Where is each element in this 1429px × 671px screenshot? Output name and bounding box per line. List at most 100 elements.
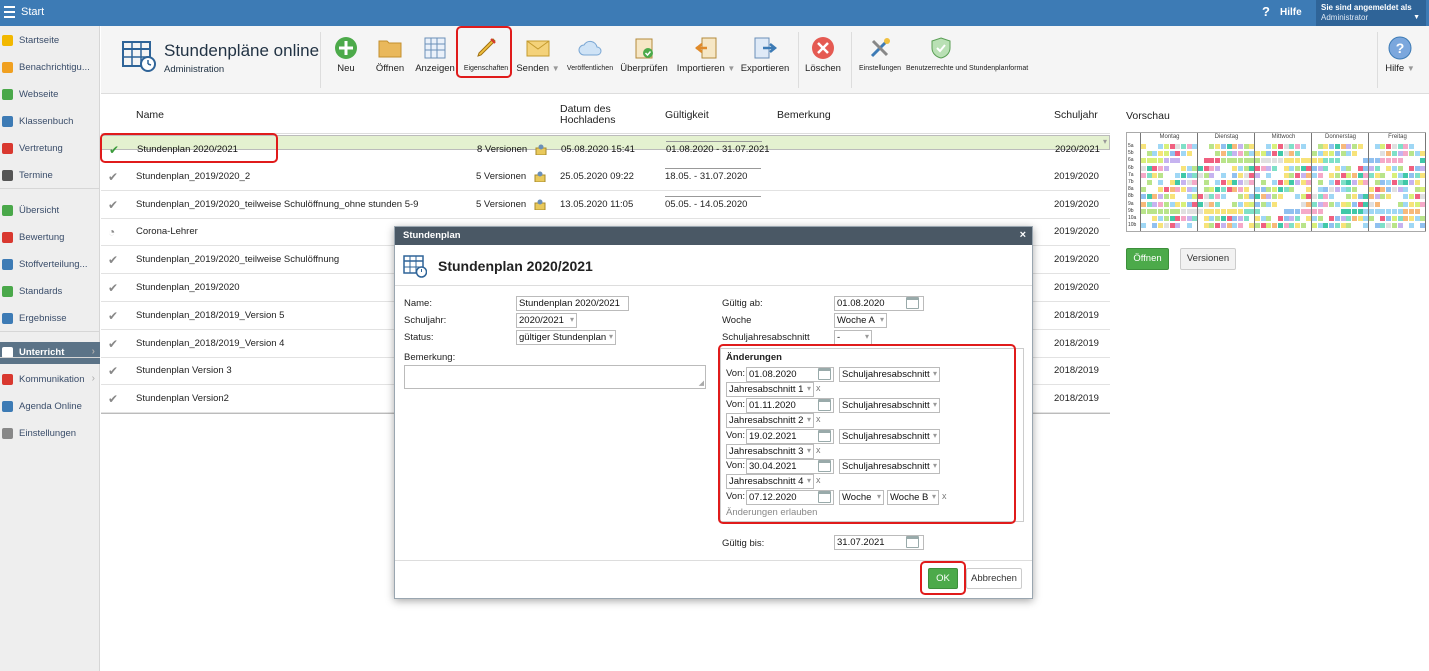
preview-lesson-cell (1312, 194, 1317, 200)
preview-lesson-cell (1272, 201, 1278, 207)
new-button[interactable]: Neu (329, 26, 363, 94)
export-label: Exportieren (740, 63, 790, 74)
preview-lesson-cell (1243, 158, 1249, 164)
sidebar-item-übersicht[interactable]: Übersicht (0, 200, 100, 222)
check-button[interactable]: Überprüfen (619, 26, 669, 94)
sidebar-item-klassenbuch[interactable]: Klassenbuch (0, 111, 100, 133)
preview-lesson-cell (1220, 144, 1226, 149)
send-button[interactable]: Senden ▼ (515, 26, 561, 94)
preview-lesson-cell (1255, 165, 1260, 171)
preview-lesson-cell (1294, 208, 1300, 214)
preview-lesson-cell (1260, 158, 1266, 164)
sidebar-item-stoffverteilung[interactable]: Stoffverteilung... (0, 254, 100, 276)
versions-icon[interactable] (535, 144, 547, 156)
preview-lesson-cell (1391, 187, 1397, 193)
preview-lesson-cell (1175, 208, 1181, 214)
close-icon[interactable]: × (1020, 229, 1026, 241)
preview-lesson-cell (1391, 172, 1397, 178)
header-name[interactable]: Name (136, 109, 164, 121)
preview-lesson-cell (1220, 216, 1226, 221)
delete-button[interactable]: Löschen (803, 26, 843, 94)
preview-lesson-cell (1317, 165, 1323, 171)
resize-grip-icon[interactable]: ◢ (699, 379, 704, 387)
sidebar-item-agenda-online[interactable]: Agenda Online (0, 396, 100, 418)
preview-open-button[interactable]: Öffnen (1126, 248, 1169, 270)
export-button[interactable]: Exportieren (739, 26, 791, 94)
sidebar-item-vertretung[interactable]: Vertretung (0, 138, 100, 160)
preview-lesson-cell (1152, 223, 1158, 229)
table-row[interactable]: ✔ Stundenplan_2019/2020_2 5 Versionen 25.05… (101, 163, 1110, 191)
preview-lesson-cell (1272, 151, 1278, 157)
versions-icon[interactable] (534, 171, 546, 183)
publish-button[interactable]: Veröffentlichen (565, 26, 615, 94)
preview-lesson-cell (1334, 201, 1340, 207)
sidebar-item-label: Standards (19, 286, 63, 297)
settings-button[interactable]: Einstellungen (856, 26, 904, 94)
preview-lesson-cell (1380, 158, 1386, 164)
sidebar-item-standards[interactable]: Standards (0, 281, 100, 303)
preview-lesson-cell (1357, 172, 1363, 178)
header-upload-date[interactable]: Datum des Hochladens (560, 104, 630, 126)
preview-lesson-cell (1380, 208, 1386, 214)
help-button[interactable]: ? Hilfe ▼ (1381, 26, 1419, 94)
highlight-frame (100, 133, 278, 163)
sidebar-item-termine[interactable]: Termine (0, 165, 100, 187)
preview-lesson-cell (1289, 216, 1295, 221)
rights-button[interactable]: Benutzerrechte und Stundenplanformat (906, 26, 1028, 94)
preview-versions-button[interactable]: Versionen (1180, 248, 1236, 270)
preview-lesson-cell (1272, 165, 1278, 171)
preview-lesson-cell (1152, 216, 1158, 221)
status-select[interactable]: gültiger Stundenplan (516, 330, 616, 345)
preview-lesson-cell (1152, 172, 1158, 178)
preview-lesson-cell (1220, 172, 1226, 178)
calendar-icon[interactable] (906, 536, 919, 548)
help-link[interactable]: Hilfe (1280, 7, 1302, 18)
week-select[interactable]: Woche A (834, 313, 887, 328)
preview-lesson-cell (1403, 187, 1409, 193)
sidebar-item-einstellungen[interactable]: Einstellungen (0, 423, 100, 445)
open-button[interactable]: Öffnen (371, 26, 409, 94)
header-school-year[interactable]: Schuljahr (1054, 109, 1098, 121)
preview-lesson-cell (1283, 151, 1289, 157)
section-select[interactable]: - (834, 330, 872, 345)
remark-textarea[interactable]: ◢ (404, 365, 706, 389)
preview-lesson-cell (1312, 216, 1317, 221)
sidebar-item-bewertung[interactable]: Bewertung (0, 227, 100, 249)
sidebar-item-ergebnisse[interactable]: Ergebnisse (0, 308, 100, 330)
sidebar-item-webseite[interactable]: Webseite (0, 84, 100, 106)
week-label: Woche (722, 315, 752, 326)
app-title[interactable]: Start (21, 6, 44, 18)
school-year-select[interactable]: 2020/2021 (516, 313, 577, 328)
preview-lesson-cell (1141, 208, 1146, 214)
preview-lesson-cell (1163, 151, 1169, 157)
versions-icon[interactable] (534, 199, 546, 211)
preview-lesson-cell (1397, 216, 1403, 221)
preview-lesson-cell (1243, 187, 1249, 193)
sidebar-item-startseite[interactable]: Startseite (0, 30, 100, 52)
row-school-year: 2018/2019 (1054, 393, 1099, 405)
sidebar-item-kommunikation[interactable]: Kommunikation › (0, 369, 100, 391)
preview-lesson-cell (1346, 223, 1352, 229)
preview-lesson-cell (1169, 158, 1175, 164)
open-label: Öffnen (375, 63, 405, 74)
help-question-icon[interactable]: ? (1262, 4, 1270, 19)
toolbar-divider (1377, 32, 1378, 88)
menu-icon[interactable] (4, 6, 15, 18)
show-button[interactable]: Anzeigen (415, 26, 455, 94)
preview-lesson-cell (1169, 144, 1175, 149)
table-row[interactable]: ✔ Stundenplan_2019/2020_teilweise Schulöf… (101, 191, 1110, 219)
sidebar-item-benachrichtigu[interactable]: Benachrichtigu... (0, 57, 100, 79)
preview-lesson-cell (1237, 208, 1243, 214)
sidebar-item-unterricht[interactable]: Unterricht › (0, 342, 100, 364)
user-menu[interactable]: Sie sind angemeldet als Administrator ▼ (1316, 0, 1426, 26)
header-validity[interactable]: Gültigkeit (665, 109, 709, 121)
header-remark[interactable]: Bemerkung (777, 109, 831, 121)
name-input[interactable]: Stundenplan 2020/2021 (516, 296, 629, 311)
import-button[interactable]: Importieren ▼ (675, 26, 737, 94)
calendar-icon[interactable] (906, 297, 919, 309)
preview-lesson-cell (1289, 208, 1295, 214)
cancel-button[interactable]: Abbrechen (966, 568, 1022, 589)
preview-timetable[interactable]: Montag Dienstag Mittwoch Donnerstag Freitag 5… (1126, 132, 1426, 232)
sidebar-item-label: Stoffverteilung... (19, 259, 88, 270)
preview-lesson-cell (1283, 216, 1289, 221)
